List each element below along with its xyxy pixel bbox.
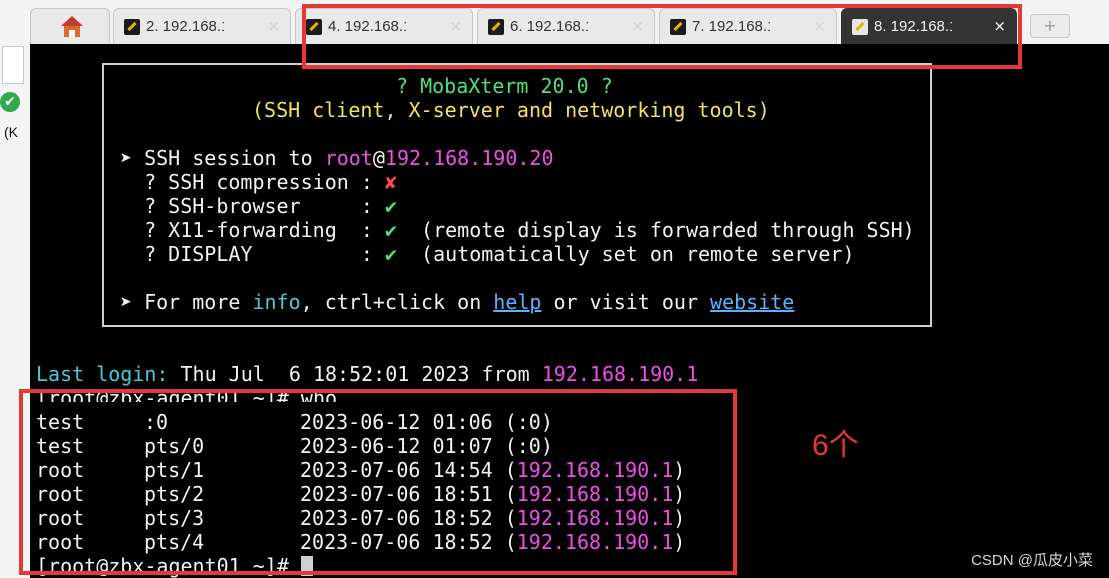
tab-label: 6. 192.168.190 [510,18,588,35]
prompt-who-command: [root@zbx-agent01 ~]# who [36,386,338,402]
corner-mark: " [1100,0,1107,8]
close-icon[interactable]: × [813,17,826,35]
close-icon[interactable]: × [267,17,280,35]
tab-label: 8. 192.168.19 [874,18,952,35]
more-info-line: ➤ For more info, ctrl+click on help or v… [120,290,795,314]
text-cursor [300,556,313,576]
key-icon [306,19,322,35]
tab-session-2[interactable]: 2. 192.168.190 × [113,8,291,44]
tab-session-8-active[interactable]: 8. 192.168.19 × [841,8,1017,44]
key-icon [670,19,686,35]
tab-session-4[interactable]: 4. 192.168.190 × [295,8,473,44]
check-icon: ✔ [384,242,397,266]
close-icon[interactable]: × [631,17,644,35]
partial-label: (K [4,124,18,140]
session-host: 192.168.190.20 [384,146,554,170]
banner-title: ? MobaXterm 20.0 ? [396,74,613,98]
key-icon [488,19,504,35]
tab-session-6[interactable]: 6. 192.168.190 × [477,8,655,44]
last-login-line: Last login: Thu Jul 6 18:52:01 2023 from… [36,362,699,386]
edit-field-fragment[interactable] [2,46,24,84]
tab-label: 4. 192.168.190 [328,18,406,35]
check-icon: ✔ [0,92,20,112]
terminal-area[interactable]: ? MobaXterm 20.0 ? (SSH client, X-server… [30,44,1109,578]
tab-label: 7. 192.168.190 [692,18,770,35]
check-icon: ✔ [384,218,397,242]
banner-row-display: ? DISPLAY : ✔ (automatically set on remo… [120,242,855,266]
banner-subtitle: (SSH client, X-server and networking too… [252,98,770,122]
close-icon[interactable]: × [449,17,462,35]
home-icon [61,16,83,26]
who-row: test:0 2023-06-12 01:06 (:0) [36,410,553,434]
banner-row-compression: ? SSH compression : ✘ [120,170,397,194]
who-row: root pts/3 2023-07-06 18:52 (192.168.190.1… [36,506,686,530]
key-icon [852,19,868,35]
who-row: root pts/2 2023-07-06 18:51 (192.168.190.1… [36,482,686,506]
close-icon[interactable]: × [993,17,1006,35]
banner-row-browser: ? SSH-browser : ✔ [120,194,397,218]
cross-icon: ✘ [384,170,397,194]
home-tab[interactable] [30,8,110,44]
shell-prompt[interactable]: [root@zbx-agent01 ~]# [36,554,313,578]
who-row: root pts/1 2023-07-06 14:54 (192.168.190.1… [36,458,686,482]
website-link[interactable]: website [710,290,794,314]
info-text: info [252,290,301,314]
annotation-count: 6个 [812,429,859,462]
who-row: test pts/0 2023-06-12 01:07 (:0) [36,434,553,458]
ssh-session-line: ➤ SSH session to root@192.168.190.20 [120,146,554,170]
help-link[interactable]: help [493,290,541,314]
key-icon [124,19,140,35]
check-icon: ✔ [384,194,397,218]
tab-label: 2. 192.168.190 [146,18,224,35]
left-side-panel: ✔ (K [0,0,30,578]
banner-row-x11: ? X11-forwarding : ✔ (remote display is … [120,218,915,242]
session-user: root [324,146,373,170]
new-tab-button[interactable]: + [1030,14,1070,38]
watermark: CSDN @瓜皮小菜 [971,552,1093,569]
tab-session-7[interactable]: 7. 192.168.190 × [659,8,837,44]
who-row: root pts/4 2023-07-06 18:52 (192.168.190.1… [36,530,686,554]
